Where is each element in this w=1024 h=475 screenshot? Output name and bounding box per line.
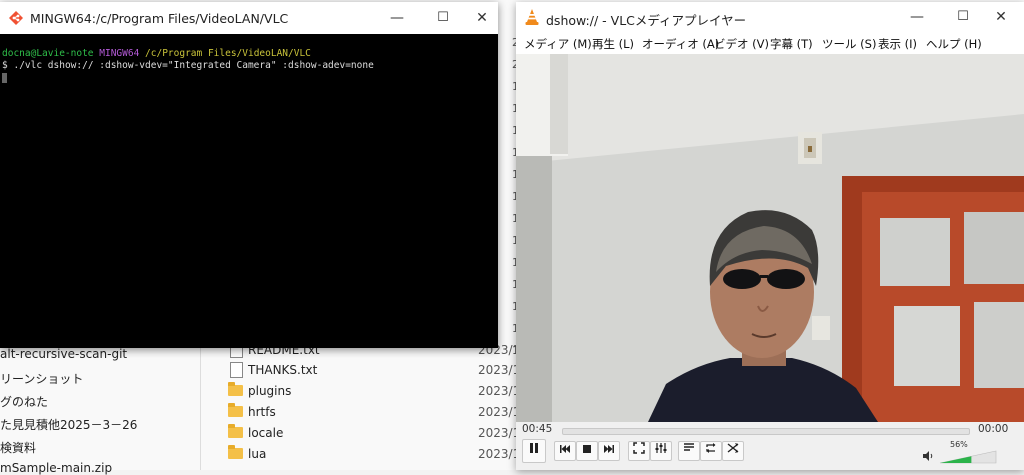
file-name: lua	[248, 447, 267, 461]
prompt-symbol: $	[2, 60, 8, 71]
minimize-button[interactable]: —	[374, 2, 420, 34]
skip-back-icon	[560, 445, 570, 453]
time-elapsed: 00:45	[522, 423, 553, 435]
shuffle-button[interactable]	[722, 441, 744, 461]
vlc-window[interactable]: dshow:// - VLCメディアプレイヤー — ☐ ✕ メディア (M) 再…	[516, 2, 1024, 470]
close-button[interactable]: ✕	[978, 2, 1024, 32]
file-name: THANKS.txt	[248, 363, 318, 377]
pause-icon	[530, 443, 538, 453]
file-icon	[230, 362, 243, 378]
playlist-button[interactable]	[678, 441, 700, 461]
loop-icon	[706, 443, 716, 453]
minimize-button[interactable]: —	[894, 2, 940, 32]
menu-media[interactable]: メディア (M)	[524, 36, 592, 52]
next-button[interactable]	[598, 441, 620, 461]
terminal-titlebar[interactable]: MINGW64:/c/Program Files/VideoLAN/VLC — …	[0, 2, 498, 34]
volume-slider[interactable]: 56%	[938, 440, 998, 466]
list-item[interactable]: hrtfs 2023/11	[200, 403, 528, 423]
nav-item[interactable]: mSample-main.zip	[0, 461, 112, 475]
menu-subtitle[interactable]: 字幕 (T)	[770, 36, 813, 52]
folder-icon	[228, 424, 243, 438]
control-bar: 56%	[516, 438, 1024, 470]
speaker-icon[interactable]	[922, 450, 934, 462]
skip-forward-icon	[604, 445, 614, 453]
list-item[interactable]: lua 2023/11	[200, 445, 528, 465]
cursor	[2, 73, 7, 83]
playlist-icon	[684, 443, 694, 451]
nav-item[interactable]: た見見積他2025－3－26	[0, 416, 137, 433]
menu-help[interactable]: ヘルプ (H)	[926, 36, 982, 52]
close-button[interactable]: ✕	[466, 2, 498, 34]
terminal-window[interactable]: MINGW64:/c/Program Files/VideoLAN/VLC — …	[0, 2, 498, 348]
fullscreen-icon	[633, 442, 645, 454]
command-text: ./vlc dshow:// :dshow-vdev="Integrated C…	[13, 60, 374, 71]
vlc-titlebar[interactable]: dshow:// - VLCメディアプレイヤー — ☐ ✕	[516, 2, 1024, 32]
menu-playback[interactable]: 再生 (L)	[592, 36, 634, 52]
prompt-user: docna@Lavie-note	[2, 48, 94, 59]
extended-settings-button[interactable]	[650, 441, 672, 461]
stop-button[interactable]	[576, 441, 598, 461]
menu-bar: メディア (M) 再生 (L) オーディオ (A) ビデオ (V) 字幕 (T)…	[516, 32, 1024, 54]
file-name: hrtfs	[248, 405, 276, 419]
folder-icon	[228, 403, 243, 417]
video-output[interactable]	[516, 54, 1024, 422]
seek-bar-row: 00:45 00:00	[516, 422, 1024, 438]
folder-icon	[228, 382, 243, 396]
stop-icon	[583, 445, 591, 453]
prompt-host: MINGW64	[99, 48, 140, 59]
git-bash-icon	[9, 11, 23, 25]
menu-audio[interactable]: オーディオ (A)	[642, 36, 719, 52]
nav-item[interactable]: alt-recursive-scan-git	[0, 347, 127, 361]
seek-slider[interactable]	[562, 428, 970, 435]
shuffle-icon	[727, 443, 739, 453]
volume-percent: 56%	[950, 440, 968, 449]
maximize-button[interactable]: ☐	[420, 2, 466, 34]
window-title: dshow:// - VLCメディアプレイヤー	[546, 13, 747, 28]
list-item[interactable]: plugins 2023/11	[200, 382, 528, 402]
prompt-line: docna@Lavie-note MINGW64 /c/Program File…	[2, 48, 311, 60]
webcam-frame-image	[516, 54, 1024, 422]
menu-tools[interactable]: ツール (S)	[822, 36, 876, 52]
equalizer-icon	[655, 443, 667, 453]
window-title: MINGW64:/c/Program Files/VideoLAN/VLC	[30, 11, 289, 26]
previous-button[interactable]	[554, 441, 576, 461]
volume-level-graphic	[939, 450, 997, 464]
nav-item[interactable]: 検資料	[0, 439, 36, 456]
time-total: 00:00	[978, 423, 1009, 435]
nav-item[interactable]: リーンショット	[0, 370, 83, 387]
fullscreen-button[interactable]	[628, 441, 650, 461]
file-name: locale	[248, 426, 284, 440]
list-item[interactable]: locale 2023/11	[200, 424, 528, 444]
pause-button[interactable]	[522, 439, 546, 463]
menu-view[interactable]: 表示 (I)	[878, 36, 917, 52]
loop-button[interactable]	[700, 441, 722, 461]
list-item[interactable]: THANKS.txt 2023/10	[200, 361, 528, 381]
command-line: $ ./vlc dshow:// :dshow-vdev="Integrated…	[2, 60, 374, 72]
terminal-output[interactable]: docna@Lavie-note MINGW64 /c/Program File…	[0, 34, 498, 348]
folder-icon	[228, 445, 243, 459]
menu-video[interactable]: ビデオ (V)	[714, 36, 769, 52]
nav-item[interactable]: グのねた	[0, 393, 48, 410]
prompt-path: /c/Program Files/VideoLAN/VLC	[145, 48, 311, 59]
vlc-cone-icon	[525, 9, 539, 25]
file-name: plugins	[248, 384, 292, 398]
